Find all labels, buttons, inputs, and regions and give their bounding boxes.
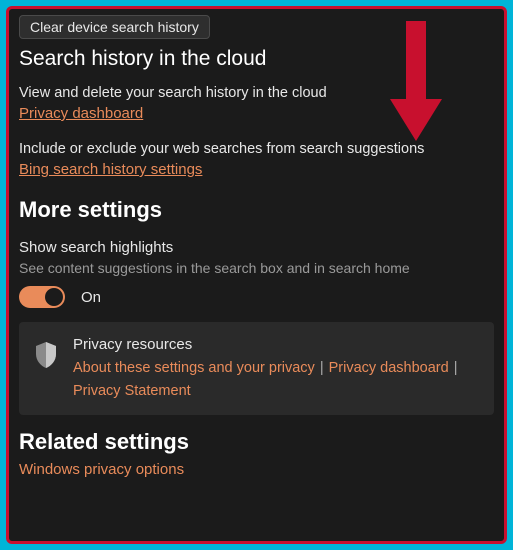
toggle-knob bbox=[45, 288, 63, 306]
settings-panel: Clear device search history Search histo… bbox=[6, 6, 507, 544]
about-settings-privacy-link[interactable]: About these settings and your privacy bbox=[73, 360, 315, 376]
privacy-resources-title: Privacy resources bbox=[73, 336, 462, 353]
privacy-dashboard-link[interactable]: Privacy dashboard bbox=[19, 105, 143, 122]
privacy-dashboard-card-link[interactable]: Privacy dashboard bbox=[329, 360, 449, 376]
show-highlights-sublabel: See content suggestions in the search bo… bbox=[19, 260, 494, 276]
separator: | bbox=[449, 360, 463, 376]
bing-history-settings-link[interactable]: Bing search history settings bbox=[19, 161, 202, 178]
toggle-state-label: On bbox=[81, 289, 101, 306]
cloud-history-heading: Search history in the cloud bbox=[19, 47, 494, 71]
shield-icon bbox=[35, 342, 57, 368]
highlights-toggle-row: On bbox=[19, 286, 494, 308]
related-settings-heading: Related settings bbox=[19, 429, 494, 455]
more-settings-heading: More settings bbox=[19, 197, 494, 223]
separator: | bbox=[315, 360, 329, 376]
privacy-resources-content: Privacy resources About these settings a… bbox=[73, 336, 462, 403]
highlights-toggle[interactable] bbox=[19, 286, 65, 308]
privacy-statement-link[interactable]: Privacy Statement bbox=[73, 383, 191, 399]
windows-privacy-options-link[interactable]: Windows privacy options bbox=[19, 461, 184, 478]
include-exclude-description: Include or exclude your web searches fro… bbox=[19, 141, 494, 157]
show-highlights-label: Show search highlights bbox=[19, 239, 494, 256]
annotation-arrow-icon bbox=[384, 21, 448, 141]
clear-device-history-button[interactable]: Clear device search history bbox=[19, 15, 210, 39]
cloud-history-description: View and delete your search history in t… bbox=[19, 85, 494, 101]
privacy-resources-card: Privacy resources About these settings a… bbox=[19, 322, 494, 415]
privacy-resources-links: About these settings and your privacy|Pr… bbox=[73, 357, 462, 403]
